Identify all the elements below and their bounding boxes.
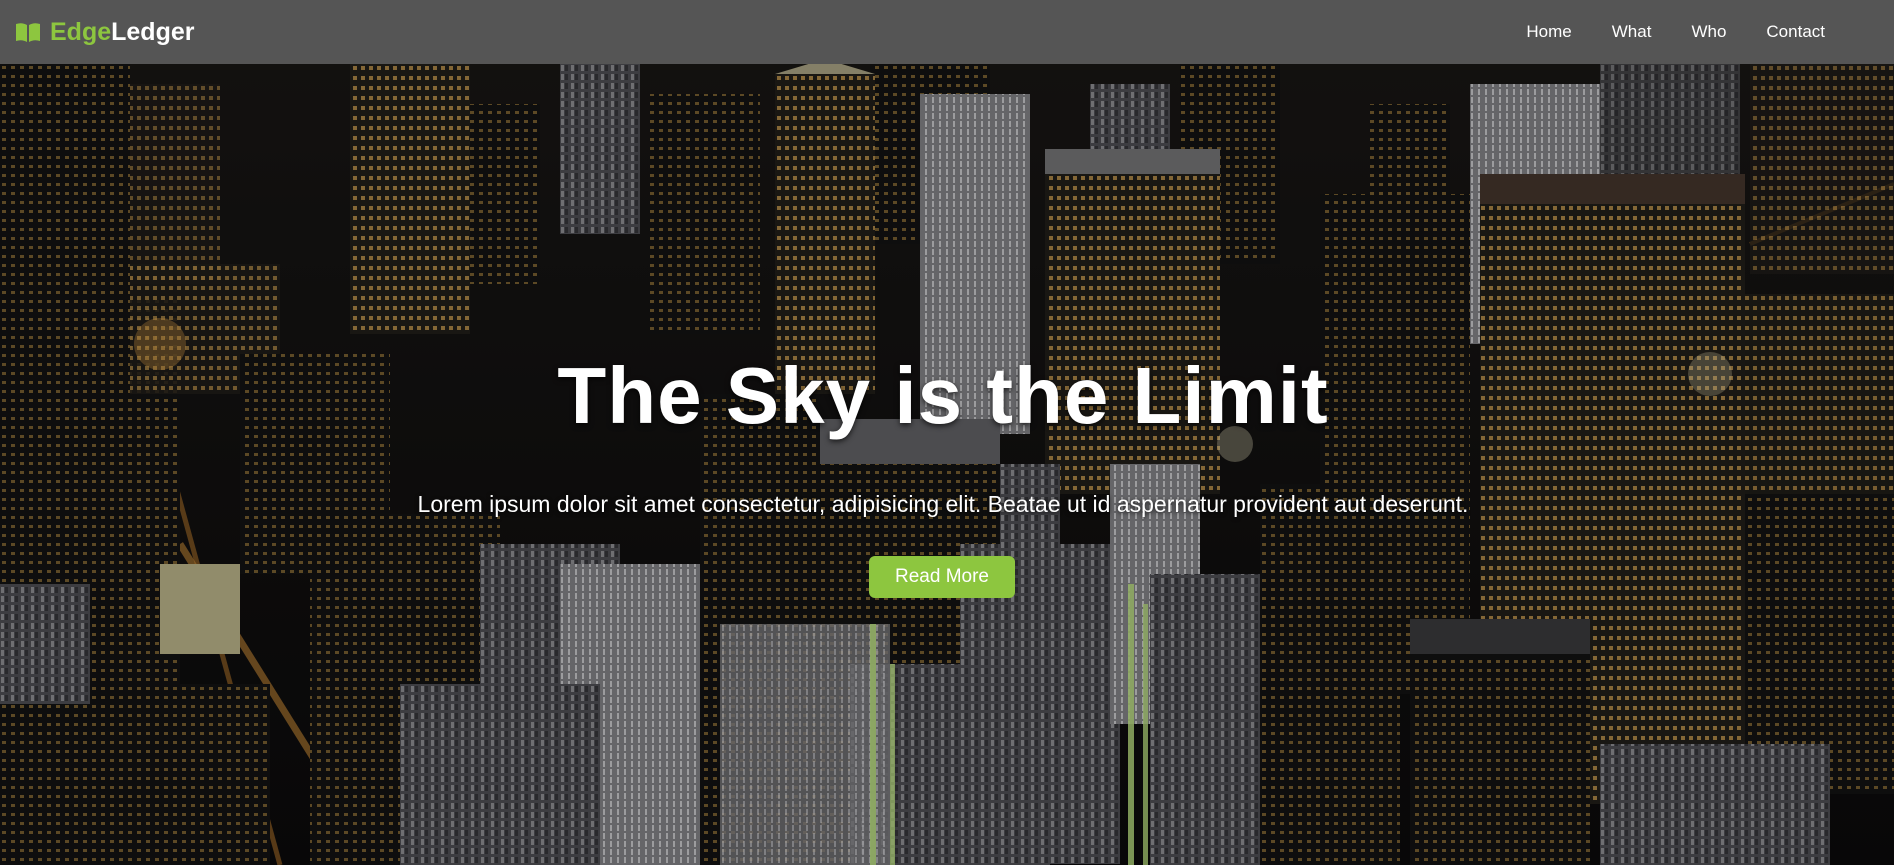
hero-overlay [0,64,1894,865]
navbar: EdgeLedger Home What Who Contact [0,0,1894,64]
hero-title: The Sky is the Limit [557,351,1329,440]
brand-name-accent: Edge [50,17,112,46]
read-more-button[interactable]: Read More [869,556,1015,598]
nav-link-contact[interactable]: Contact [1746,22,1845,42]
nav-link-home[interactable]: Home [1506,22,1591,42]
nav-link-what[interactable]: What [1592,22,1672,42]
nav-link-who[interactable]: Who [1671,22,1746,42]
brand-logo[interactable]: EdgeLedger [14,18,194,47]
hero-section: The Sky is the Limit Lorem ipsum dolor s… [0,64,1894,865]
nav-menu: Home What Who Contact [1506,22,1845,42]
open-book-icon [14,21,42,43]
brand-name-rest: Ledger [111,17,195,46]
hero-text: Lorem ipsum dolor sit amet consectetur, … [417,491,1469,517]
